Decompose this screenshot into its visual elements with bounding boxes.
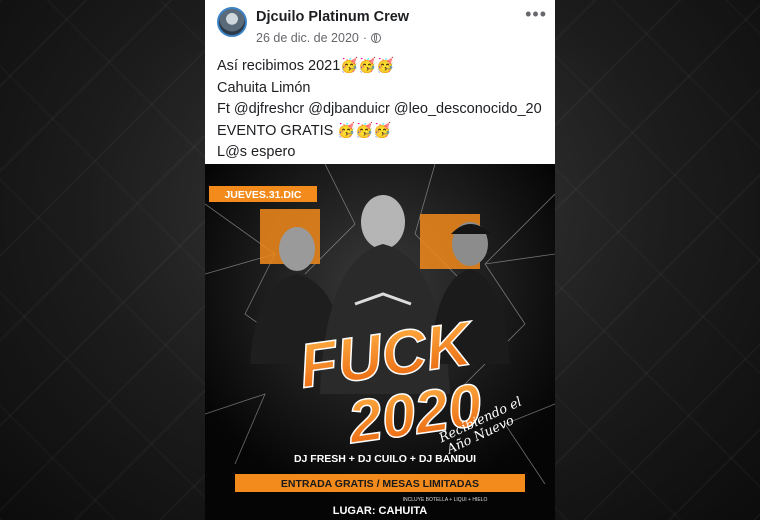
meta-separator: · (362, 31, 368, 45)
post-text-line: Ft @djfreshcr @djbanduicr @leo_desconoci… (217, 101, 542, 117)
post-meta: 26 de dic. de 2020 · (256, 31, 382, 45)
flyer-dj-lineup: DJ FRESH + DJ CUILO + DJ BANDUI (294, 453, 476, 465)
post-header: Djcuilo Platinum Crew 26 de dic. de 2020… (205, 0, 555, 50)
date-banner-text: JUEVES.31.DIC (224, 189, 301, 201)
post-text-line: L@s espero (217, 144, 296, 160)
facebook-post-card: Djcuilo Platinum Crew 26 de dic. de 2020… (205, 0, 555, 520)
flyer-location: LUGAR: CAHUITA (333, 505, 428, 517)
post-text-line: Cahuita Limón (217, 79, 311, 96)
flyer-artwork: JUEVES.31.DIC FUCK 2020 Recibiendo el Añ… (205, 164, 555, 520)
post-text: Así recibimos 2021🥳🥳🥳 Cahuita Limón Ft @… (217, 56, 542, 164)
post-author-name[interactable]: Djcuilo Platinum Crew (256, 9, 409, 25)
post-text-line: EVENTO GRATIS 🥳🥳🥳 (217, 122, 392, 139)
flyer-entry-text: ENTRADA GRATIS / MESAS LIMITADAS (281, 478, 479, 490)
post-date[interactable]: 26 de dic. de 2020 (256, 31, 359, 45)
avatar[interactable] (217, 7, 247, 37)
flyer-includes-text: INCLUYE BOTELLA + LIQUI + HIELO (403, 497, 488, 503)
more-options-icon[interactable]: ••• (525, 4, 547, 25)
post-text-line: Así recibimos 2021🥳🥳🥳 (217, 58, 395, 74)
event-flyer-image[interactable]: JUEVES.31.DIC FUCK 2020 Recibiendo el Añ… (205, 164, 555, 520)
globe-icon (371, 33, 382, 43)
